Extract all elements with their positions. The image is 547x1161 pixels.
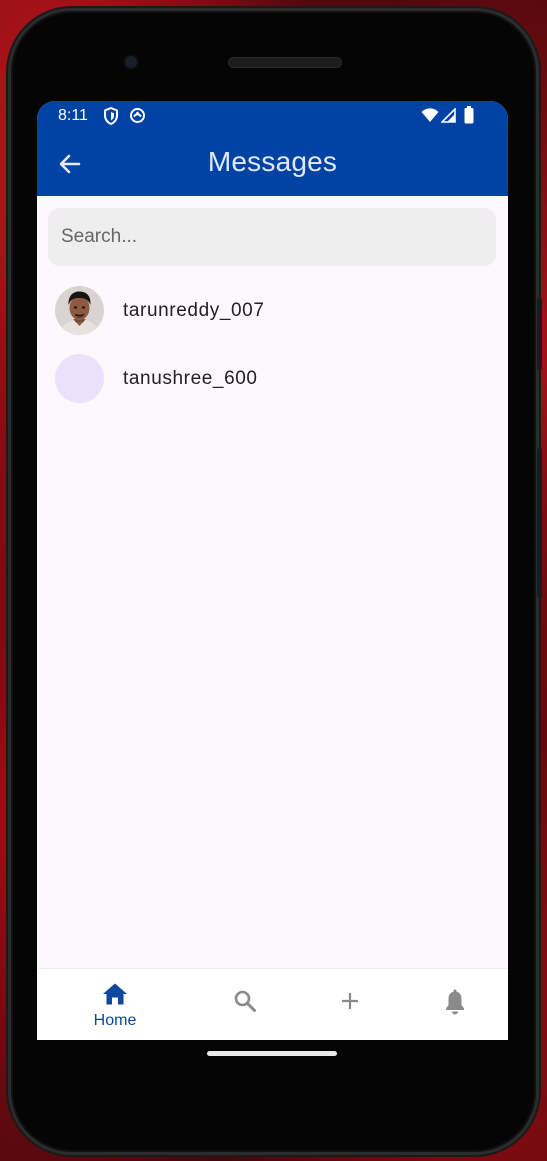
search-input[interactable] xyxy=(48,208,496,266)
front-camera xyxy=(123,54,139,70)
page-title: Messages xyxy=(207,146,338,177)
username-label: tarunreddy_007 xyxy=(123,300,265,321)
app-screen: 8:11 Messages Search... tarunreddy_007 t… xyxy=(37,101,508,1040)
battery-icon xyxy=(464,106,474,128)
wifi-icon xyxy=(421,108,439,127)
status-time: 8:11 xyxy=(58,107,88,124)
bottom-navigation: Home xyxy=(37,968,508,1040)
signal-icon xyxy=(440,107,456,127)
status-bar: 8:11 xyxy=(37,101,508,131)
earpiece-speaker xyxy=(228,57,342,68)
home-icon xyxy=(102,982,128,1011)
nav-home[interactable]: Home xyxy=(65,969,165,1040)
nav-notifications[interactable] xyxy=(405,969,505,1040)
username-label: tanushree_600 xyxy=(123,368,258,389)
bell-icon xyxy=(444,989,466,1020)
nav-add[interactable] xyxy=(300,969,400,1040)
add-icon xyxy=(340,991,360,1016)
user-list-item[interactable]: tanushree_600 xyxy=(37,347,508,411)
volume-button xyxy=(537,448,542,598)
avatar xyxy=(55,286,104,335)
avatar xyxy=(55,354,104,403)
cloud-sync-icon xyxy=(129,107,146,128)
app-bar: Messages xyxy=(37,131,508,196)
shield-icon xyxy=(103,106,119,129)
home-indicator[interactable] xyxy=(207,1051,337,1056)
search-icon xyxy=(233,989,257,1018)
nav-home-label: Home xyxy=(93,1012,137,1029)
user-list-item[interactable]: tarunreddy_007 xyxy=(37,279,508,343)
power-button xyxy=(537,298,542,370)
nav-search[interactable] xyxy=(195,969,295,1040)
